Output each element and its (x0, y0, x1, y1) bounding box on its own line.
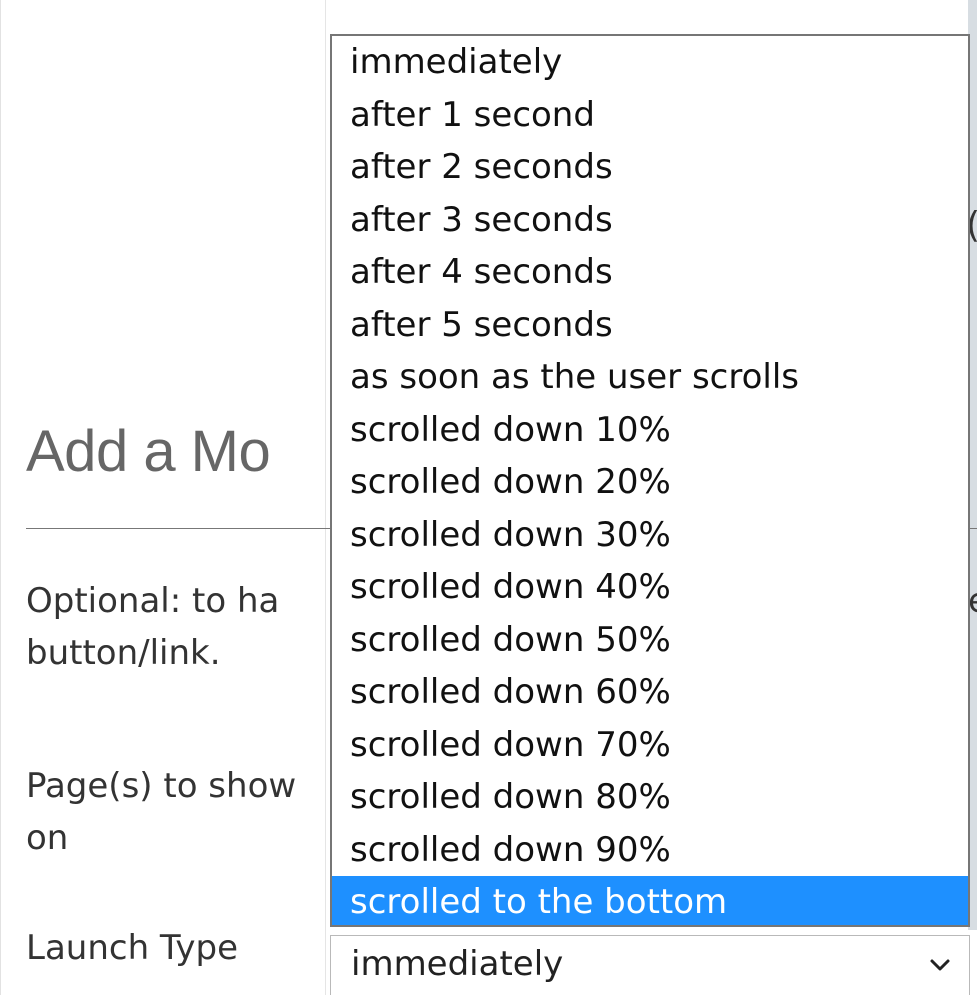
dropdown-option[interactable]: scrolled down 20% (332, 456, 968, 509)
dropdown-option[interactable]: after 5 seconds (332, 299, 968, 352)
dropdown-option[interactable]: scrolled down 10% (332, 404, 968, 457)
dropdown-option[interactable]: scrolled down 80% (332, 771, 968, 824)
pages-label: Page(s) to show on (26, 766, 297, 858)
dropdown-option[interactable]: scrolled down 30% (332, 509, 968, 562)
dropdown-option[interactable]: as soon as the user scrolls (332, 351, 968, 404)
dropdown-option[interactable]: immediately (332, 36, 968, 89)
launch-type-dropdown[interactable]: immediately after 1 second after 2 seconds… (330, 34, 970, 927)
dropdown-option[interactable]: scrolled down 60% (332, 666, 968, 719)
launch-type-select[interactable]: immediately (330, 935, 970, 995)
optional-description-line1: Optional: to ha (26, 581, 280, 621)
dropdown-option[interactable]: after 1 second (332, 89, 968, 142)
dropdown-option[interactable]: after 2 seconds (332, 141, 968, 194)
page: ( Add a Mo Optional: to hae button/link.… (0, 0, 977, 995)
dropdown-option[interactable]: scrolled to the bottom (332, 876, 968, 925)
dropdown-option[interactable]: scrolled down 90% (332, 824, 968, 877)
section-title: Add a Mo (26, 419, 271, 484)
chevron-down-icon (930, 959, 950, 971)
dropdown-option[interactable]: after 3 seconds (332, 194, 968, 247)
launch-type-select-value: immediately (351, 944, 564, 984)
column-divider (325, 0, 326, 995)
optional-description-line2: button/link. (26, 633, 221, 673)
dropdown-option[interactable]: scrolled down 40% (332, 561, 968, 614)
launch-type-label: Launch Type (26, 928, 239, 968)
dropdown-option[interactable]: after 4 seconds (332, 246, 968, 299)
dropdown-option[interactable]: scrolled down 70% (332, 719, 968, 772)
dropdown-option[interactable]: scrolled down 50% (332, 614, 968, 667)
